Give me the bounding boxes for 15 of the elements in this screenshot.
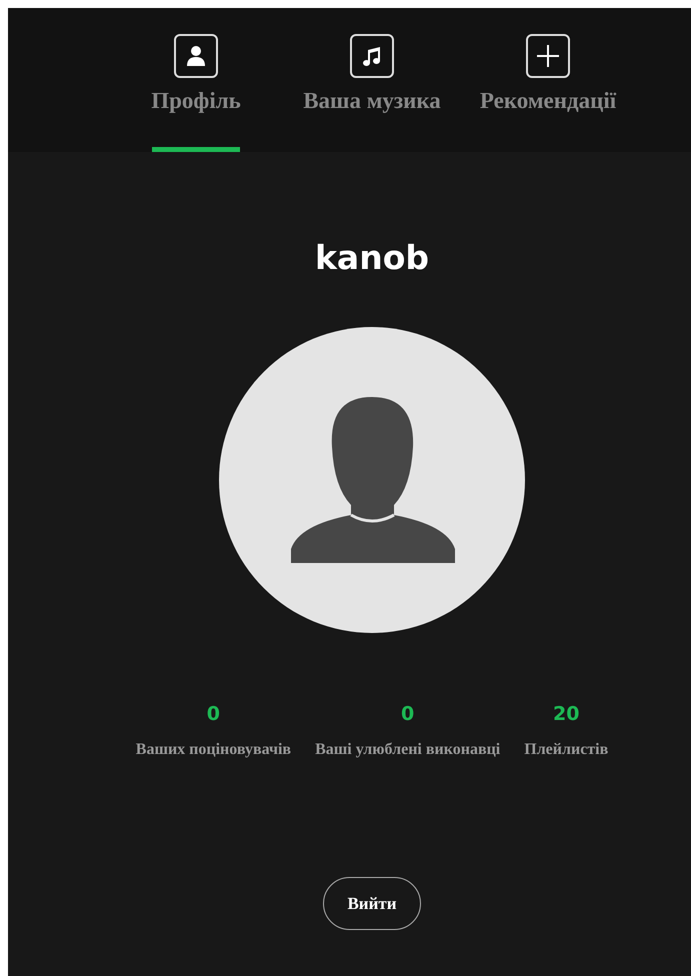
stat-label: Ваших поціновувачів — [136, 741, 292, 759]
nav-tab[interactable]: Рекомендації — [460, 8, 636, 152]
nav-tab[interactable]: Ваша музика — [284, 8, 460, 152]
avatar-icon — [219, 327, 525, 633]
nav-tab[interactable]: Профіль — [108, 8, 284, 152]
stat-count: 0 — [206, 703, 220, 725]
logout-button[interactable]: Вийти — [323, 877, 421, 930]
stat-count: 0 — [401, 703, 414, 725]
stat-label: Плейлистів — [524, 741, 608, 759]
username: kanob — [314, 238, 429, 277]
plus-icon — [536, 44, 560, 68]
stat-label: Ваші улюблені виконавці — [315, 741, 500, 759]
stat-count: 20 — [553, 703, 580, 725]
music-note-icon — [361, 45, 383, 67]
person-icon — [185, 45, 207, 67]
